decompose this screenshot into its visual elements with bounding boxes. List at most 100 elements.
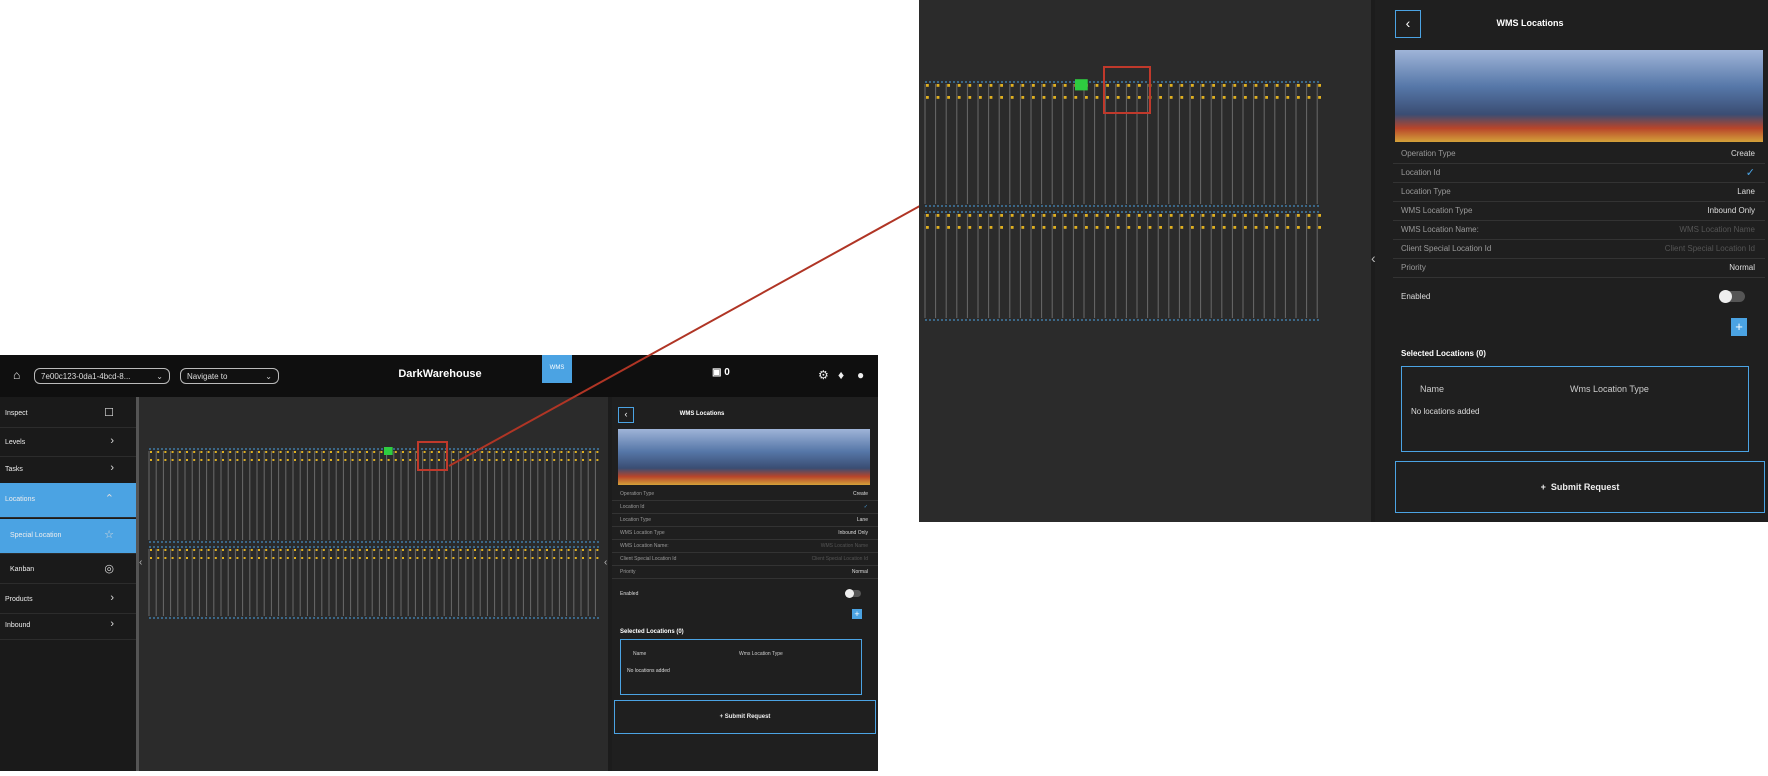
lane-marker [1042, 226, 1046, 229]
lane-marker [1286, 96, 1290, 99]
lane-marker [1233, 96, 1237, 99]
lane-marker [1191, 84, 1194, 87]
lane-marker [1063, 214, 1067, 217]
lane-marker [968, 96, 972, 99]
lane-marker [1063, 84, 1067, 87]
lane-marker [1254, 214, 1258, 217]
lane-marker [1032, 214, 1035, 217]
lane-marker [1201, 214, 1205, 217]
lane-marker [1222, 214, 1226, 217]
lane-marker [957, 214, 961, 217]
lane-marker [1169, 226, 1173, 229]
lane-marker [1169, 214, 1173, 217]
lane-marker [1169, 84, 1173, 87]
lane-marker [926, 214, 929, 217]
zoom-wms-locations-panel: ‹ ‹ WMS Locations Operation Type Create L… [1371, 0, 1768, 522]
lane-marker [1233, 226, 1237, 229]
field-label: Operation Type [1401, 149, 1456, 158]
lane-marker [1318, 84, 1321, 87]
field-label: Priority [1401, 263, 1426, 272]
lane-marker [1307, 96, 1311, 99]
lane-marker [1307, 214, 1311, 217]
enabled-toggle [1719, 290, 1745, 303]
lane-marker [1074, 214, 1078, 217]
lane-marker [1212, 226, 1215, 229]
plus-icon: + [1540, 482, 1546, 492]
field-operation-type: Operation Type Create [1393, 144, 1765, 164]
field-label: WMS Location Name: [1401, 225, 1479, 234]
lane-marker [1159, 96, 1162, 99]
lane-marker [926, 96, 929, 99]
lane-marker [947, 214, 950, 217]
lane-marker [1212, 84, 1215, 87]
lane-marker [1148, 226, 1152, 229]
lane-marker [1159, 214, 1162, 217]
selected-lane [1075, 79, 1088, 91]
lane-marker [1159, 84, 1162, 87]
lane-marker [1286, 226, 1290, 229]
lane-marker [1116, 214, 1120, 217]
location-form: Operation Type Create Location Id ✓ Locati… [1393, 144, 1765, 294]
lane-marker [1307, 226, 1311, 229]
lane-marker [1000, 226, 1003, 229]
panel-title: WMS Locations [1496, 18, 1564, 28]
zoom-detail-view: ‹ ‹ WMS Locations Operation Type Create L… [919, 0, 1768, 522]
lane-marker [936, 84, 940, 87]
lane-marker [1010, 226, 1014, 229]
lane-marker [1265, 96, 1268, 99]
lane-marker [1191, 96, 1194, 99]
lane-marker [989, 96, 993, 99]
lane-marker [1021, 214, 1025, 217]
check-circle-icon: ✓ [1745, 167, 1755, 179]
lane-marker [957, 96, 961, 99]
lane-marker [1222, 84, 1226, 87]
lane-marker [1021, 226, 1025, 229]
lane-marker [968, 84, 972, 87]
lane-marker [1074, 96, 1078, 99]
enabled-label: Enabled [1401, 292, 1431, 301]
lane-marker [1021, 96, 1025, 99]
lane-marker [1297, 84, 1300, 87]
lane-marker [1053, 96, 1056, 99]
lane-marker [1244, 96, 1247, 99]
lane-marker [1000, 96, 1003, 99]
field-placeholder: Client Special Location Id [1664, 244, 1755, 253]
lane-marker [968, 226, 972, 229]
collapse-panel-icon: ‹ [1371, 250, 1376, 266]
lane-marker [989, 84, 993, 87]
lane-marker [1265, 214, 1268, 217]
warehouse-image [1395, 50, 1763, 142]
empty-table-message: No locations added [1411, 407, 1480, 416]
lane-marker [1063, 96, 1067, 99]
lane-marker [1159, 226, 1162, 229]
lane-marker [1032, 96, 1035, 99]
back-button: ‹ [1395, 10, 1421, 38]
field-value: Normal [1729, 263, 1755, 272]
lane-marker [936, 226, 940, 229]
field-value: Inbound Only [1707, 206, 1755, 215]
lane-marker [1244, 214, 1247, 217]
field-label: WMS Location Type [1401, 206, 1473, 215]
lane-marker [926, 226, 929, 229]
lane-marker [1265, 84, 1268, 87]
lane-marker [1095, 226, 1099, 229]
lane-marker [1180, 84, 1184, 87]
lane-marker [979, 226, 982, 229]
column-header-wms-location-type: Wms Location Type [1570, 384, 1649, 394]
lane-marker [1244, 84, 1247, 87]
lane-marker [1106, 226, 1109, 229]
lane-marker [1032, 84, 1035, 87]
lane-marker [1222, 226, 1226, 229]
lane-marker [1063, 226, 1067, 229]
lane-marker [1201, 226, 1205, 229]
lane-marker [1169, 96, 1173, 99]
lane-marker [1254, 96, 1258, 99]
lane-marker [1138, 214, 1141, 217]
lane-marker [979, 214, 982, 217]
lane-marker [1074, 226, 1078, 229]
lane-marker [957, 226, 961, 229]
lane-marker [947, 96, 950, 99]
lane-marker [1127, 214, 1131, 217]
lane-marker [989, 214, 993, 217]
lane-marker [1233, 214, 1237, 217]
